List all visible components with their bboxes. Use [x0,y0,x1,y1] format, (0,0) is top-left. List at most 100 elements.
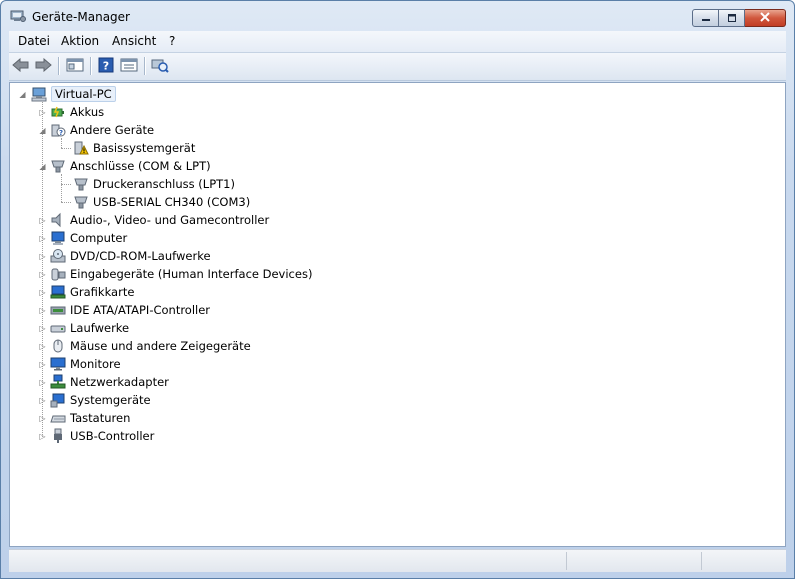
tree-node-maeuse[interactable]: ▷ Mäuse und andere Zeigegeräte [38,337,250,355]
window-title: Geräte-Manager [32,10,130,24]
tree-line [61,202,71,204]
port-icon [73,176,89,192]
status-separator [566,552,567,570]
computer-icon [50,230,66,246]
collapse-arrow-icon[interactable]: ◢ [38,126,47,135]
ide-controller-icon [50,302,66,318]
tree-node-netzwerkadapter[interactable]: ▷ Netzwerkadapter [38,373,169,391]
device-manager-window: Geräte-Manager Datei Aktion Ansicht ? ? … [0,0,795,579]
status-separator [701,552,702,570]
forward-arrow-icon [34,57,52,75]
tree-node-basissystemgeraet[interactable]: Basissystemgerät [73,139,195,157]
properties-button[interactable] [119,57,139,75]
expand-arrow-icon[interactable]: ▷ [38,414,47,423]
computer-icon [31,86,47,102]
tree-node-andere-geraete[interactable]: ◢ ? Andere Geräte [38,121,154,139]
expand-arrow-icon[interactable]: ▷ [38,252,47,261]
svg-text:?: ? [59,129,63,137]
tree-node-usb-controller[interactable]: ▷ USB-Controller [38,427,154,445]
status-bar [9,549,786,572]
tree-line [61,184,71,186]
help-icon: ? [98,57,114,76]
expand-arrow-icon[interactable]: ▷ [38,108,47,117]
expand-arrow-icon[interactable]: ▷ [38,306,47,315]
tree-node-dvd[interactable]: ▷ DVD/CD-ROM-Laufwerke [38,247,211,265]
toolbar: ? [9,53,786,81]
scan-hardware-button[interactable] [150,57,170,75]
back-button[interactable] [11,57,31,75]
collapse-arrow-icon[interactable]: ◢ [38,162,47,171]
warning-device-icon [73,140,89,156]
expand-arrow-icon[interactable]: ▷ [38,378,47,387]
tree-node-ide[interactable]: ▷ IDE ATA/ATAPI-Controller [38,301,210,319]
expand-arrow-icon[interactable]: ▷ [38,288,47,297]
display-adapter-icon [50,284,66,300]
expand-arrow-icon[interactable]: ▷ [38,216,47,225]
tree-node-eingabegeraete[interactable]: ▷ Eingabegeräte (Human Interface Devices… [38,265,312,283]
keyboard-icon [50,410,66,426]
help-button[interactable]: ? [96,57,116,75]
port-icon [73,194,89,210]
tree-node-grafikkarte[interactable]: ▷ Grafikkarte [38,283,134,301]
dvd-drive-icon [50,248,66,264]
tree-node-tastaturen[interactable]: ▷ Tastaturen [38,409,130,427]
tree-line [61,138,63,148]
expand-arrow-icon[interactable]: ▷ [38,396,47,405]
tree-node-laufwerke[interactable]: ▷ Laufwerke [38,319,129,337]
menu-bar: Datei Aktion Ansicht ? [9,31,786,53]
back-arrow-icon [12,57,30,75]
expand-arrow-icon[interactable]: ▷ [38,234,47,243]
forward-button[interactable] [33,57,53,75]
disk-drive-icon [50,320,66,336]
expand-arrow-icon[interactable]: ▷ [38,432,47,441]
expand-arrow-icon[interactable]: ▷ [38,342,47,351]
monitor-icon [50,356,66,372]
toolbar-separator [90,57,92,75]
toolbar-separator [144,57,146,75]
tree-node-druckeranschluss[interactable]: Druckeranschluss (LPT1) [73,175,235,193]
menu-help[interactable]: ? [169,34,175,48]
hid-icon [50,266,66,282]
tree-node-monitore[interactable]: ▷ Monitore [38,355,120,373]
scan-hardware-icon [151,57,169,76]
tree-node-audio[interactable]: ▷ Audio-, Video- und Gamecontroller [38,211,269,229]
expand-arrow-icon[interactable]: ▷ [38,324,47,333]
caption-buttons [692,9,786,27]
show-hide-console-tree-icon [66,57,84,76]
port-icon [50,158,66,174]
device-tree[interactable]: ◢ Virtual-PC ▷ Akkus ◢ ? Andere Geräte B… [9,82,786,547]
tree-line [61,148,71,150]
tree-node-akkus[interactable]: ▷ Akkus [38,103,104,121]
collapse-arrow-icon[interactable]: ◢ [18,90,27,99]
tree-node-systemgeraete[interactable]: ▷ Systemgeräte [38,391,151,409]
battery-icon [50,104,66,120]
network-adapter-icon [50,374,66,390]
maximize-button[interactable] [719,9,745,27]
close-button[interactable] [745,9,786,27]
device-manager-icon [10,9,26,23]
root-label: Virtual-PC [51,86,116,102]
tree-node-computer[interactable]: ▷ Computer [38,229,127,247]
mouse-icon [50,338,66,354]
minimize-icon [701,11,711,25]
close-icon [759,11,771,25]
menu-datei[interactable]: Datei [18,34,50,48]
toolbar-separator [58,57,60,75]
system-device-icon [50,392,66,408]
menu-ansicht[interactable]: Ansicht [112,34,156,48]
console-tree-button[interactable] [65,57,85,75]
svg-text:?: ? [103,59,109,72]
menu-aktion[interactable]: Aktion [61,34,99,48]
tree-node-anschluesse[interactable]: ◢ Anschlüsse (COM & LPT) [38,157,210,175]
unknown-device-icon: ? [50,122,66,138]
expand-arrow-icon[interactable]: ▷ [38,270,47,279]
tree-line [61,174,63,202]
title-bar[interactable]: Geräte-Manager [1,1,794,31]
tree-node-usb-serial[interactable]: USB-SERIAL CH340 (COM3) [73,193,250,211]
maximize-icon [727,11,737,25]
speaker-icon [50,212,66,228]
minimize-button[interactable] [692,9,719,27]
expand-arrow-icon[interactable]: ▷ [38,360,47,369]
usb-icon [50,428,66,444]
tree-root[interactable]: ◢ Virtual-PC [18,85,116,103]
